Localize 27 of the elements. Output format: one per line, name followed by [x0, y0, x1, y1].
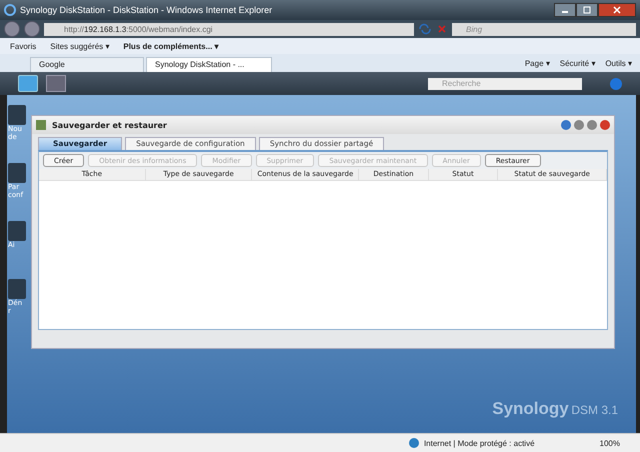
- command-menu[interactable]: Outils ▾: [605, 59, 632, 68]
- maximize-button[interactable]: [576, 3, 598, 17]
- url-text: http://192.168.1.3:5000/webman/index.cgi: [64, 24, 213, 34]
- app-window-title: Sauvegarder et restaurer: [52, 120, 167, 130]
- app-icon: [36, 120, 46, 130]
- search-placeholder: Recherche: [442, 79, 481, 88]
- favorites-item[interactable]: Favoris: [10, 42, 36, 50]
- zoom-level[interactable]: 100%: [600, 438, 620, 448]
- stop-icon[interactable]: [436, 23, 448, 35]
- close-button[interactable]: [598, 3, 636, 17]
- search-placeholder: Bing: [466, 24, 482, 34]
- minimize-button[interactable]: [554, 3, 576, 17]
- address-field[interactable]: http://192.168.1.3:5000/webman/index.cgi: [44, 22, 414, 36]
- security-zone: Internet | Mode protégé : activé: [424, 438, 535, 448]
- browser-tab[interactable]: Synology DiskStation - ...: [146, 57, 272, 72]
- command-menu[interactable]: Sécurité ▾: [560, 59, 596, 68]
- forward-button[interactable]: [24, 21, 40, 37]
- browser-tab[interactable]: Google: [30, 57, 144, 72]
- back-button[interactable]: [4, 21, 20, 37]
- start-button[interactable]: [18, 75, 38, 92]
- app-taskbar-button[interactable]: [46, 75, 66, 92]
- refresh-icon[interactable]: [418, 23, 432, 35]
- favorites-item[interactable]: Plus de compléments... ▾: [123, 42, 219, 50]
- window-title: Synology DiskStation - DiskStation - Windows Internet Explorer: [20, 5, 272, 15]
- logo: Synology DSM 3.1: [492, 399, 618, 419]
- command-menu[interactable]: Page ▾: [524, 59, 550, 68]
- favorites-item[interactable]: Sites suggérés ▾: [50, 42, 110, 50]
